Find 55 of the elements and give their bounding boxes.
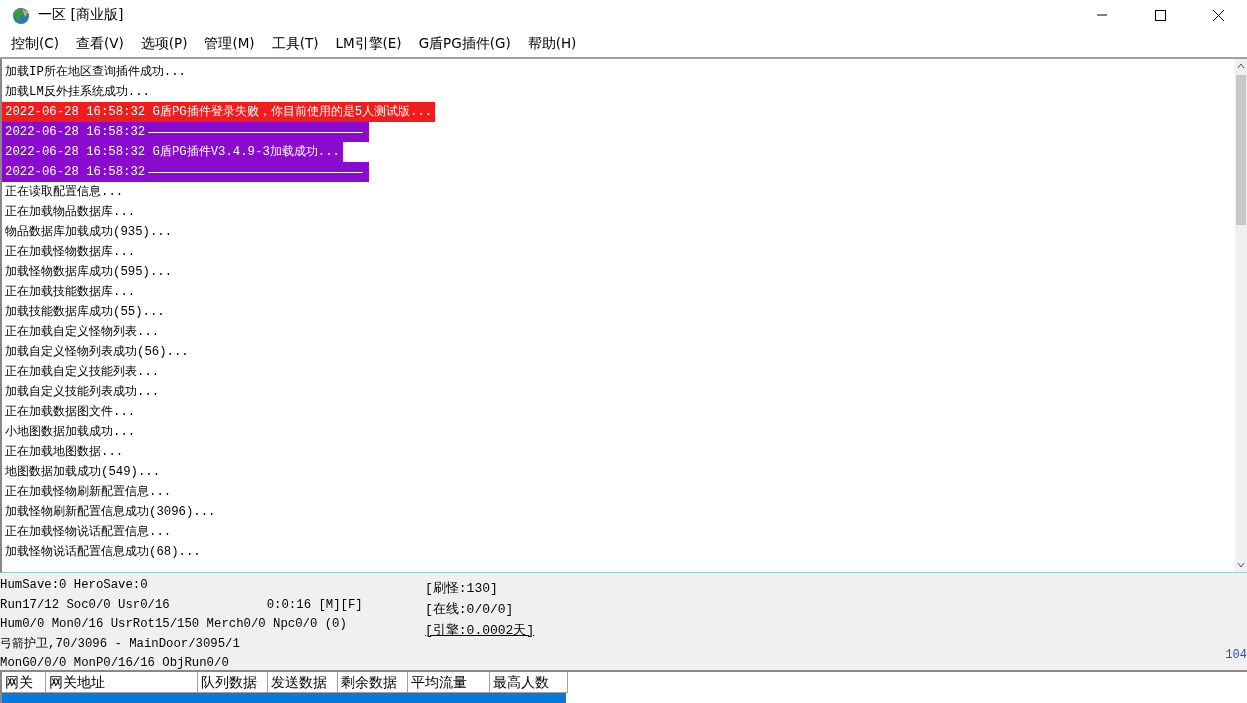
log-line: 正在加载自定义技能列表... — [4, 364, 161, 381]
menu-item[interactable]: 选项(P) — [133, 34, 195, 53]
log-line: 加载怪物说话配置信息成功(68)... — [4, 544, 202, 561]
menu-item[interactable]: 帮助(H) — [520, 34, 584, 53]
log-line: 加载IP所在地区查询插件成功... — [4, 64, 187, 81]
log-line: 正在加载怪物刷新配置信息... — [4, 484, 173, 501]
engine-link[interactable]: [引擎:0.0002天] — [425, 620, 535, 641]
log-line: 正在加载物品数据库... — [4, 204, 137, 221]
menu-item[interactable]: 控制(C) — [4, 34, 66, 53]
counter-text: [刷怪:130] — [425, 580, 499, 598]
log-line: 正在读取配置信息... — [4, 184, 125, 201]
log-line: 加载自定义怪物列表成功(56)... — [4, 344, 190, 361]
column-header[interactable]: 队列数据 — [198, 672, 268, 693]
status-text: Hum0/0 Mon0/16 UsrRot15/150 Merch0/0 Npc0/0 (0) — [0, 616, 347, 633]
selected-row[interactable] — [2, 693, 566, 703]
column-header[interactable]: 最高人数 — [490, 672, 568, 693]
log-line: 加载怪物刷新配置信息成功(3096)... — [4, 504, 217, 521]
uptime-text: 0:0:16 [M][F] — [266, 596, 363, 614]
log-line: 正在加载怪物说话配置信息... — [4, 524, 173, 541]
scrollbar[interactable] — [1235, 59, 1247, 572]
edge-text: 104 — [1225, 648, 1247, 662]
menu-item[interactable]: 管理(M) — [197, 34, 262, 53]
log-line: 2022-06-28 16:58:32 — [4, 164, 147, 181]
log-line: 加载自定义技能列表成功... — [4, 384, 161, 401]
column-header[interactable]: 剩余数据 — [338, 672, 408, 693]
log-line: 物品数据库加载成功(935)... — [4, 224, 174, 241]
log-line: 加载怪物数据库成功(595)... — [4, 264, 174, 281]
log-line: 地图数据加载成功(549)... — [4, 464, 162, 481]
log-line: 加载LM反外挂系统成功... — [4, 84, 151, 101]
column-header[interactable]: 发送数据 — [268, 672, 338, 693]
menu-item[interactable]: 工具(T) — [264, 34, 326, 53]
log-line: 正在加载技能数据库... — [4, 284, 137, 301]
menu-item[interactable]: G盾PG插件(G) — [411, 34, 518, 53]
status-text: 弓箭护卫,70/3096 - MainDoor/3095/1 — [0, 635, 240, 653]
log-line: 加载技能数据库成功(55)... — [4, 304, 166, 321]
status-text: Run17/12 Soc0/0 Usr0/16 — [0, 596, 170, 614]
menu-item[interactable]: LM引擎(E) — [328, 34, 409, 53]
scroll-thumb[interactable] — [1236, 75, 1246, 225]
log-line: 正在加载数据图文件... — [4, 404, 137, 421]
log-line: 正在加载地图数据... — [4, 444, 125, 461]
counter-text: [在线:0/0/0] — [425, 601, 515, 619]
log-line: 小地图数据加载成功... — [4, 424, 137, 441]
log-line: 正在加载自定义怪物列表... — [4, 324, 161, 341]
window-title: 一区 [商业版] — [38, 6, 125, 24]
column-header[interactable]: 平均流量 — [408, 672, 490, 693]
column-header[interactable]: 网关地址 — [46, 672, 198, 693]
status-text: MonG0/0/0 MonP0/16/16 ObjRun0/0 — [0, 655, 229, 672]
menu-item[interactable]: 查看(V) — [68, 34, 131, 53]
close-icon — [1211, 8, 1225, 22]
column-header[interactable]: 网关 — [2, 672, 46, 693]
log-line: 正在加载怪物数据库... — [4, 244, 137, 261]
status-text: HumSave:0 HeroSave:0 — [0, 577, 148, 594]
app-icon — [10, 5, 30, 25]
maximize-icon — [1153, 8, 1167, 22]
log-line: 2022-06-28 16:58:32 — [4, 124, 147, 141]
